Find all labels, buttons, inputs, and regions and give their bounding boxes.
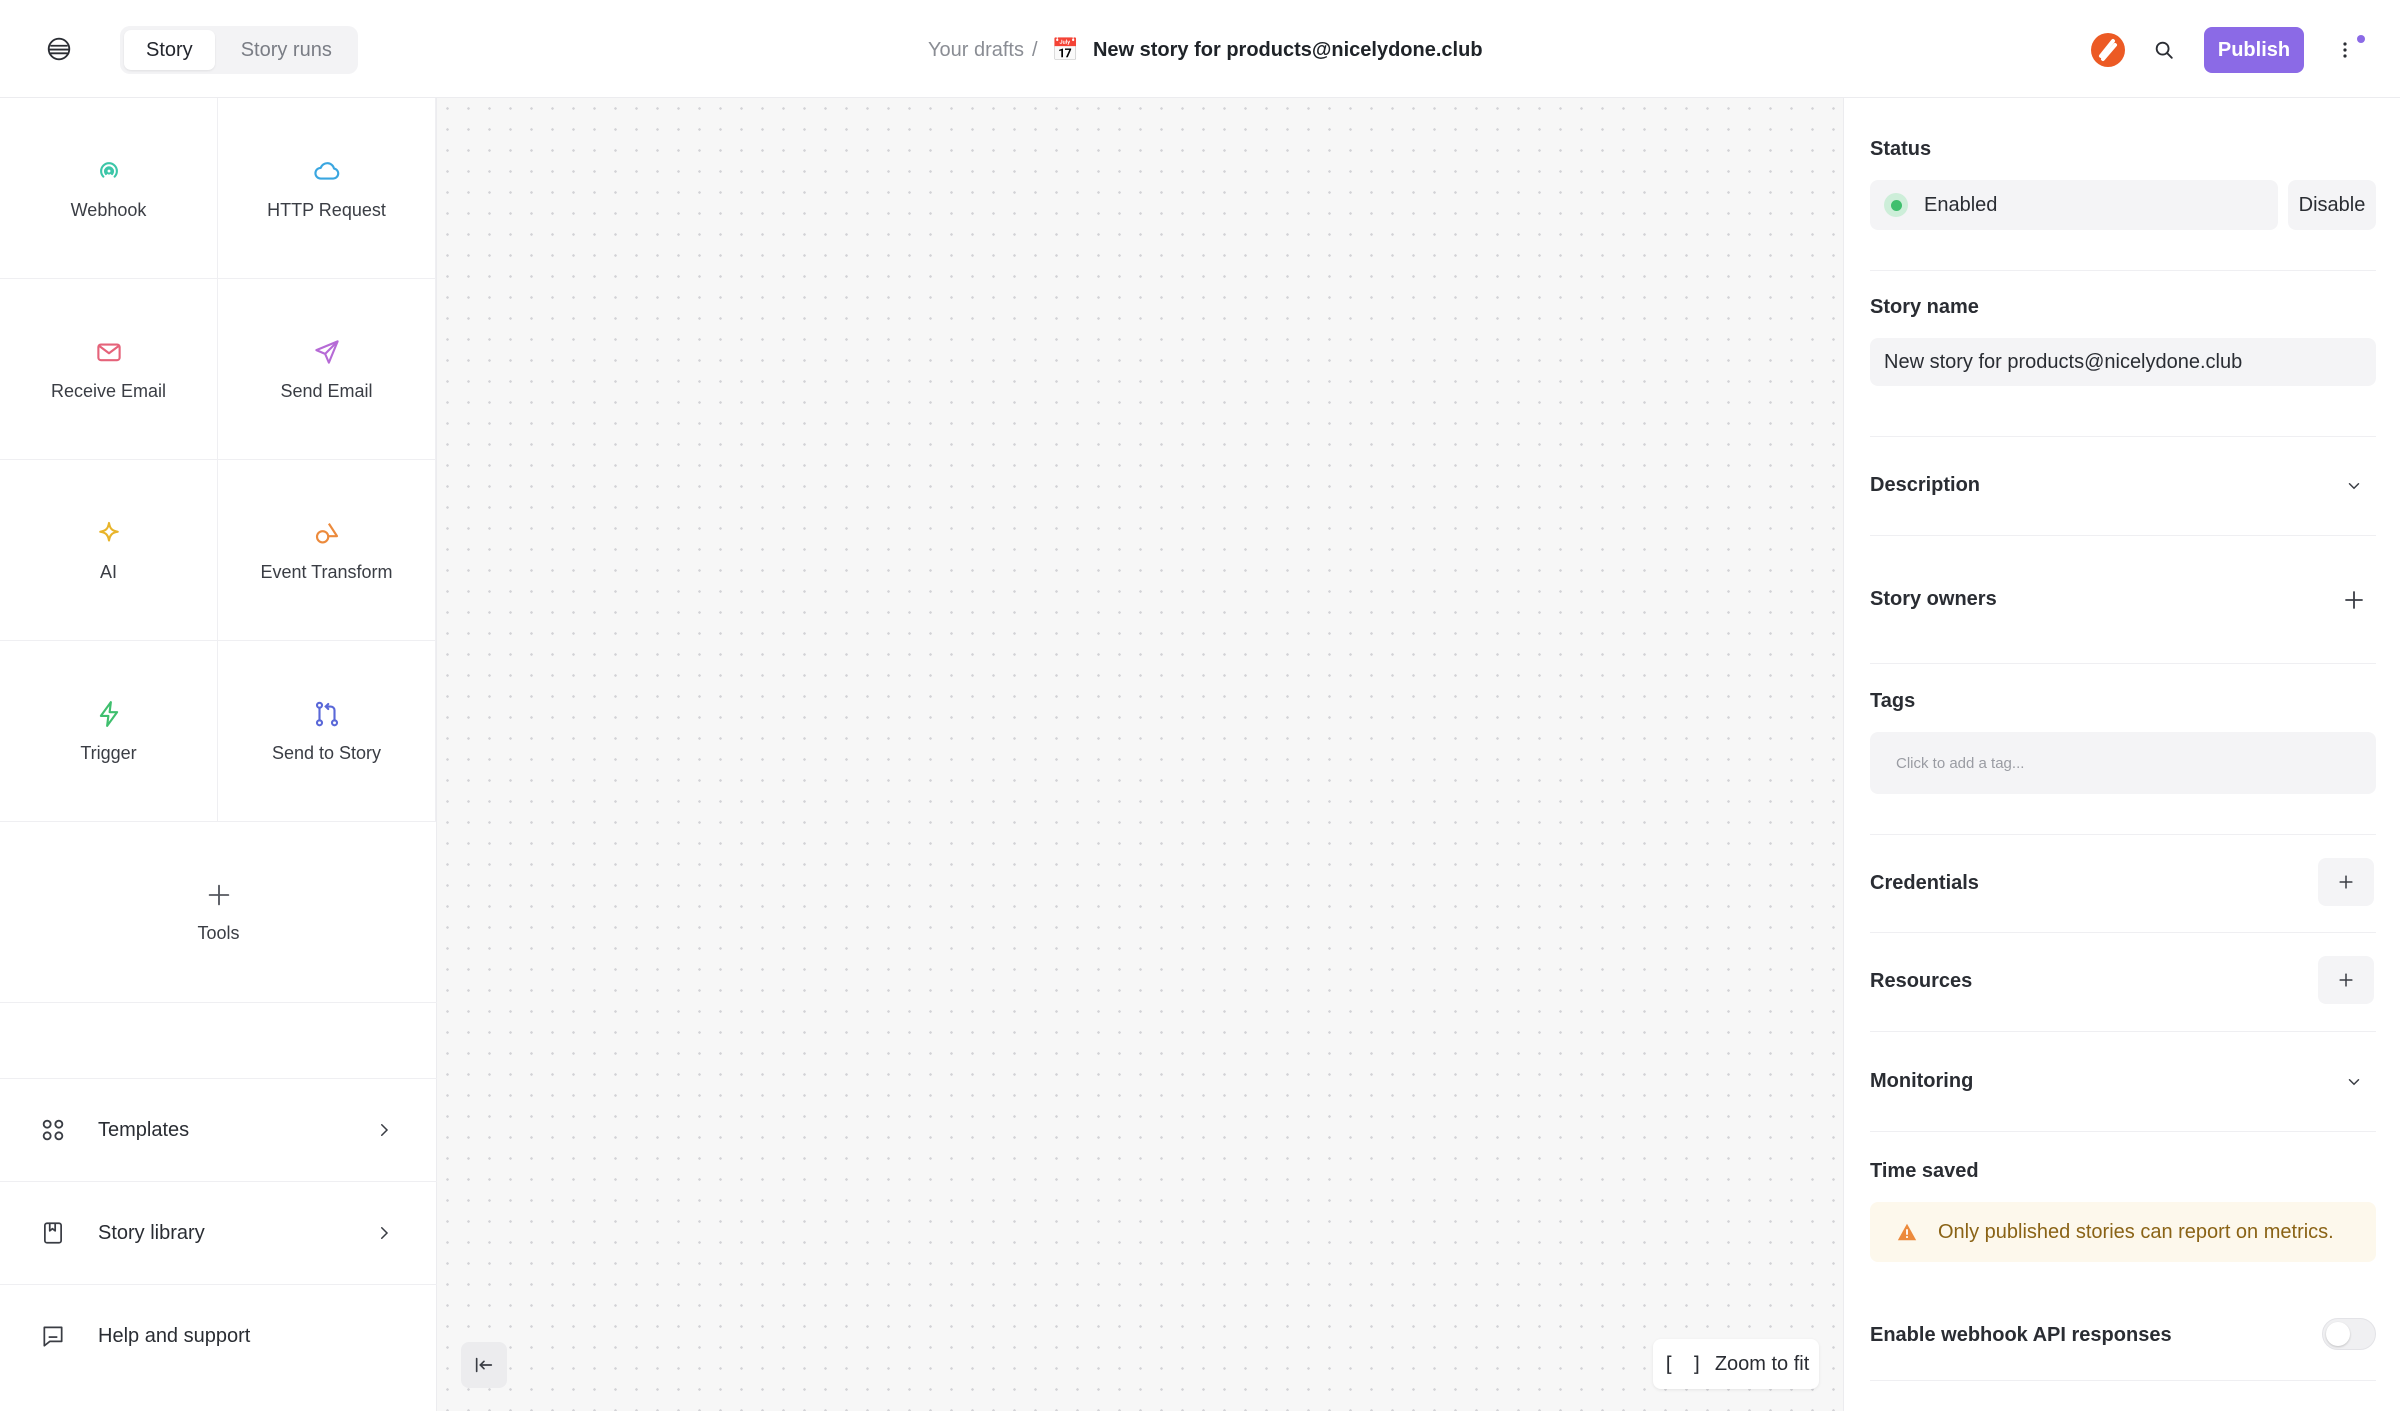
brand-logo-icon (2090, 32, 2126, 68)
action-label: AI (99, 561, 117, 582)
story-name-title: Story name (1870, 296, 1979, 318)
add-owner-icon[interactable] (2334, 580, 2374, 620)
sidebar-item-story-library[interactable]: Story library (0, 1181, 437, 1284)
action-send-email[interactable]: Send Email (218, 279, 436, 460)
action-ai[interactable]: AI (0, 460, 218, 641)
warning-icon (1897, 1223, 1917, 1241)
status-badge: Enabled (1870, 180, 2278, 230)
action-receive-email[interactable]: Receive Email (0, 279, 218, 460)
mail-icon (96, 342, 121, 361)
stack-icon[interactable] (40, 30, 78, 68)
divider (1870, 535, 2376, 536)
breadcrumb: Your drafts / 📅 New story for products@n… (928, 30, 1483, 70)
zoom-label: Zoom to fit (1714, 1352, 1810, 1375)
action-label: Receive Email (50, 380, 167, 401)
action-trigger[interactable]: Trigger (0, 641, 218, 822)
publish-button[interactable]: Publish (2204, 27, 2304, 73)
action-label: HTTP Request (267, 199, 386, 220)
sidebar-item-label: Templates (98, 1118, 190, 1141)
collapse-left-icon[interactable] (461, 1342, 507, 1388)
tab-story-runs[interactable]: Story runs (219, 30, 354, 70)
bolt-icon (99, 700, 118, 727)
action-webhook[interactable]: Webhook (0, 98, 218, 279)
credentials-title: Credentials (1870, 872, 1979, 894)
chat-icon (38, 1321, 68, 1351)
sidebar-item-templates[interactable]: Templates (0, 1078, 437, 1181)
sparkle-icon (98, 521, 119, 542)
status-value: Enabled (1924, 193, 1998, 216)
notice-text: Only published stories can report on met… (1938, 1220, 2334, 1243)
action-label: Trigger (80, 742, 137, 763)
sidebar-item-help[interactable]: Help and support (0, 1284, 437, 1387)
webhook-api-title: Enable webhook API responses (1870, 1324, 2172, 1346)
chevron-down-icon[interactable] (2334, 466, 2374, 506)
metrics-notice: Only published stories can report on met… (1870, 1202, 2376, 1262)
cloud-icon (313, 161, 339, 180)
action-label: Event Transform (260, 561, 393, 582)
chevron-right-icon (372, 1118, 396, 1142)
description-title: Description (1870, 474, 1981, 496)
tags-title: Tags (1870, 690, 1916, 712)
disable-button[interactable]: Disable (2288, 180, 2376, 230)
tab-story[interactable]: Story (124, 30, 215, 70)
action-send-to-story[interactable]: Send to Story (218, 641, 436, 822)
sidebar-item-label: Story library (98, 1221, 205, 1244)
action-event-transform[interactable]: Event Transform (218, 460, 436, 641)
sidebar-item-label: Help and support (98, 1324, 251, 1347)
webhook-icon (99, 161, 118, 178)
action-label: Send Email (280, 380, 373, 401)
action-tools[interactable]: Tools (0, 822, 437, 1003)
more-options-icon[interactable] (2330, 32, 2360, 68)
top-bar: Story Story runs Your drafts / 📅 New sto… (0, 0, 2400, 98)
search-icon[interactable] (2146, 32, 2182, 68)
add-credential-button[interactable] (2318, 858, 2374, 906)
git-merge-icon (315, 701, 338, 726)
chevron-down-icon[interactable] (2334, 1062, 2374, 1102)
resources-title: Resources (1870, 970, 1973, 992)
book-icon (38, 1218, 68, 1248)
notification-dot (2357, 35, 2365, 43)
time-saved-title: Time saved (1870, 1160, 1979, 1182)
story-title[interactable]: New story for products@nicelydone.club (1093, 39, 1483, 62)
action-label: Tools (197, 922, 240, 943)
add-resource-button[interactable] (2318, 956, 2374, 1004)
calendar-icon[interactable]: 📅 (1052, 37, 1079, 63)
story-owners-title: Story owners (1870, 588, 1997, 610)
tag-input[interactable]: Click to add a tag... (1870, 732, 2376, 794)
story-name-field[interactable]: New story for products@nicelydone.club (1870, 338, 2376, 386)
story-settings-panel: Status Enabled Disable Story name New st… (1843, 98, 2400, 1411)
divider (1870, 932, 2376, 933)
divider (1870, 1031, 2376, 1032)
action-label: Send to Story (271, 742, 382, 763)
grid-icon (38, 1115, 68, 1145)
action-http-request[interactable]: HTTP Request (218, 98, 436, 279)
webhook-api-toggle[interactable] (2322, 1318, 2376, 1350)
divider (1870, 1131, 2376, 1132)
plus-icon (2339, 973, 2353, 987)
breadcrumb-parent[interactable]: Your drafts (928, 39, 1024, 62)
action-sidebar: Webhook HTTP Request Receive Email Send … (0, 98, 437, 1411)
chevron-right-icon (372, 1221, 396, 1245)
status-dot-icon (1884, 193, 1908, 217)
story-canvas[interactable]: [ ] Zoom to fit (437, 98, 1843, 1411)
breadcrumb-separator: / (1032, 38, 1038, 61)
divider (1870, 270, 2376, 271)
zoom-to-fit-button[interactable]: [ ] Zoom to fit (1653, 1339, 1819, 1389)
status-title: Status (1870, 138, 1932, 160)
divider (1870, 663, 2376, 664)
divider (1870, 436, 2376, 437)
action-label: Webhook (70, 199, 147, 220)
divider (1870, 834, 2376, 835)
divider (1870, 1380, 2376, 1381)
brackets-icon: [ ] (1662, 1352, 1705, 1376)
plus-icon (2339, 875, 2353, 889)
plus-icon (208, 884, 229, 905)
monitoring-title: Monitoring (1870, 1070, 1974, 1092)
view-tabs: Story Story runs (120, 26, 358, 74)
shapes-icon (315, 522, 338, 543)
send-icon (314, 339, 339, 364)
